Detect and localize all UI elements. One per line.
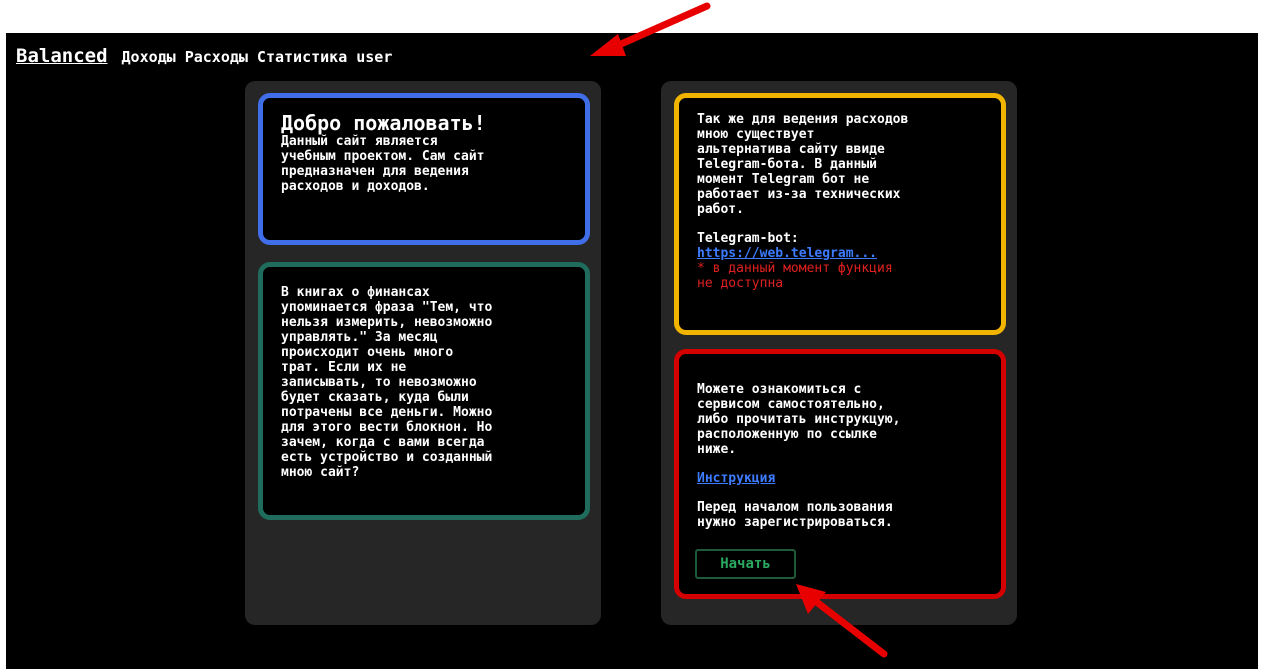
- nav-income[interactable]: Доходы: [122, 48, 176, 66]
- telegram-text: Так же для ведения расходов мною существ…: [697, 112, 909, 217]
- arrow-annotation-icon: [796, 584, 888, 658]
- arrow-annotation-icon: [590, 2, 711, 56]
- top-nav: Balanced Доходы Расходы Статистика user: [16, 45, 401, 67]
- welcome-text: Данный сайт является учебным проектом. С…: [281, 134, 485, 194]
- telegram-label: Telegram-bot:: [697, 231, 799, 246]
- app-screen: Balanced Доходы Расходы Статистика user …: [6, 33, 1258, 669]
- telegram-card: Так же для ведения расходов мною существ…: [674, 93, 1006, 335]
- right-column: Так же для ведения расходов мною существ…: [661, 81, 1017, 625]
- nav-expenses[interactable]: Расходы: [185, 48, 248, 66]
- instruction-link[interactable]: Инструкция: [697, 471, 983, 486]
- telegram-link[interactable]: https://web.telegram...: [697, 246, 983, 261]
- nav-statistics[interactable]: Статистика: [257, 48, 347, 66]
- register-note: Перед началом пользования нужно зарегист…: [697, 500, 893, 530]
- intro-text: Можете ознакомиться с сервисом самостоят…: [697, 382, 901, 457]
- brand-link[interactable]: Balanced: [16, 45, 108, 67]
- start-button[interactable]: Начать: [695, 549, 796, 579]
- nav-user[interactable]: user: [356, 48, 392, 66]
- finance-text: В книгах о финансах упоминается фраза "Т…: [281, 285, 493, 480]
- finance-card: В книгах о финансах упоминается фраза "Т…: [258, 262, 590, 520]
- left-column: Добро пожаловать! Данный сайт является у…: [245, 81, 601, 625]
- telegram-warning: * в данный момент функция не доступна: [697, 261, 893, 291]
- intro-card: Можете ознакомиться с сервисом самостоят…: [674, 349, 1006, 599]
- welcome-card: Добро пожаловать! Данный сайт является у…: [258, 93, 590, 245]
- welcome-title: Добро пожаловать!: [281, 111, 486, 135]
